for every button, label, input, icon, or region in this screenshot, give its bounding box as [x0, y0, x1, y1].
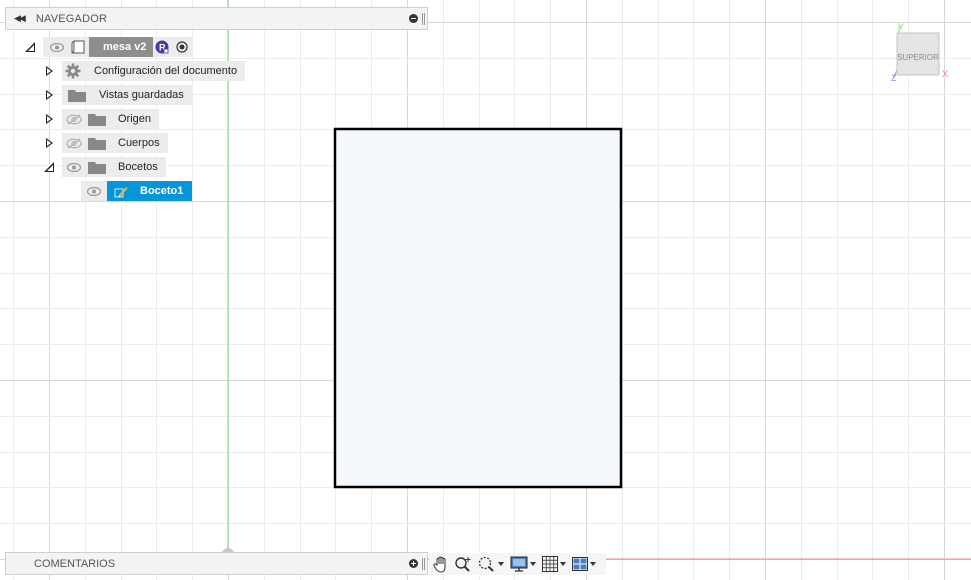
collapse-toggle[interactable]	[42, 160, 56, 174]
reference-badge-icon: R	[153, 37, 172, 57]
folder-icon	[88, 161, 106, 174]
view-cube-face-label: SUPERIOR	[897, 53, 939, 62]
chevron-down-icon[interactable]	[590, 562, 596, 566]
tree-item-origin[interactable]: Origen	[42, 109, 160, 129]
expand-toggle[interactable]	[42, 88, 56, 102]
expand-toggle[interactable]	[42, 136, 56, 150]
eye-icon[interactable]	[64, 157, 84, 177]
navigator-header: ◀◀ NAVEGADOR	[5, 7, 428, 30]
zoom-icon[interactable]	[455, 556, 472, 572]
expand-toggle[interactable]	[42, 64, 56, 78]
pan-hand-icon[interactable]	[433, 555, 449, 573]
document-settings-node[interactable]: Configuración del documento	[62, 61, 246, 81]
eye-icon[interactable]	[84, 181, 104, 201]
origin-node[interactable]: Origen	[62, 109, 160, 129]
sketch1-node[interactable]: Boceto1	[107, 181, 193, 201]
document-settings-label: Configuración del documento	[94, 65, 238, 77]
eye-icon[interactable]	[47, 37, 67, 57]
root-label: mesa v2	[103, 41, 147, 53]
comments-panel-header: COMENTARIOS	[5, 552, 428, 575]
eye-hidden-icon[interactable]	[64, 133, 84, 153]
gear-icon	[64, 62, 82, 80]
sketch-icon	[113, 183, 129, 199]
navigator-title: NAVEGADOR	[35, 12, 108, 25]
tree-item-document-settings[interactable]: Configuración del documento	[42, 61, 246, 81]
root-label-chip[interactable]: mesa v2	[89, 37, 154, 57]
grid-settings-icon[interactable]	[542, 556, 566, 572]
axis-y-label: Y	[898, 22, 904, 32]
tree-item-sketch1[interactable]: Boceto1	[81, 181, 193, 201]
zoom-window-icon[interactable]	[478, 556, 504, 572]
tree-item-bodies[interactable]: Cuerpos	[42, 133, 168, 153]
folder-icon	[88, 113, 106, 126]
panel-grip-handle[interactable]	[422, 13, 425, 25]
sketch1-visibility[interactable]	[81, 181, 107, 201]
collapse-panel-icon[interactable]: ◀◀	[14, 13, 26, 24]
tree-root[interactable]: mesa v2 R	[23, 37, 194, 57]
origin-label: Origen	[118, 113, 152, 125]
chevron-down-icon[interactable]	[530, 562, 536, 566]
axis-z-label: Z	[891, 73, 897, 82]
activate-radio-icon[interactable]	[171, 37, 194, 57]
sketches-node[interactable]: Bocetos	[62, 157, 166, 177]
minimize-icon[interactable]	[409, 14, 418, 23]
view-cube[interactable]: SUPERIOR Y X Z	[890, 22, 955, 83]
folder-icon	[88, 137, 106, 150]
sketch1-label: Boceto1	[140, 185, 184, 197]
tree-item-saved-views[interactable]: Vistas guardadas	[42, 85, 192, 105]
chevron-down-icon[interactable]	[498, 562, 504, 566]
tree-item-sketches[interactable]: Bocetos	[42, 157, 166, 177]
bodies-label: Cuerpos	[118, 137, 160, 149]
chevron-down-icon[interactable]	[560, 562, 566, 566]
viewports-icon[interactable]	[572, 557, 596, 571]
eye-hidden-icon[interactable]	[64, 109, 84, 129]
root-node[interactable]	[43, 37, 89, 57]
saved-views-node[interactable]: Vistas guardadas	[62, 85, 192, 105]
display-settings-icon[interactable]	[510, 556, 536, 572]
bodies-node[interactable]: Cuerpos	[62, 133, 168, 153]
expand-toggle[interactable]	[42, 112, 56, 126]
saved-views-label: Vistas guardadas	[99, 89, 184, 101]
panel-grip-handle[interactable]	[422, 558, 425, 570]
add-comment-icon[interactable]	[409, 559, 418, 568]
navigation-toolbar	[429, 553, 606, 575]
axis-x-label: X	[942, 69, 948, 79]
collapse-toggle[interactable]	[23, 40, 37, 54]
component-icon	[71, 40, 85, 54]
comments-title: COMENTARIOS	[34, 557, 116, 570]
folder-icon	[68, 89, 86, 102]
sketches-label: Bocetos	[118, 161, 158, 173]
sketch-rectangle[interactable]	[333, 127, 623, 489]
